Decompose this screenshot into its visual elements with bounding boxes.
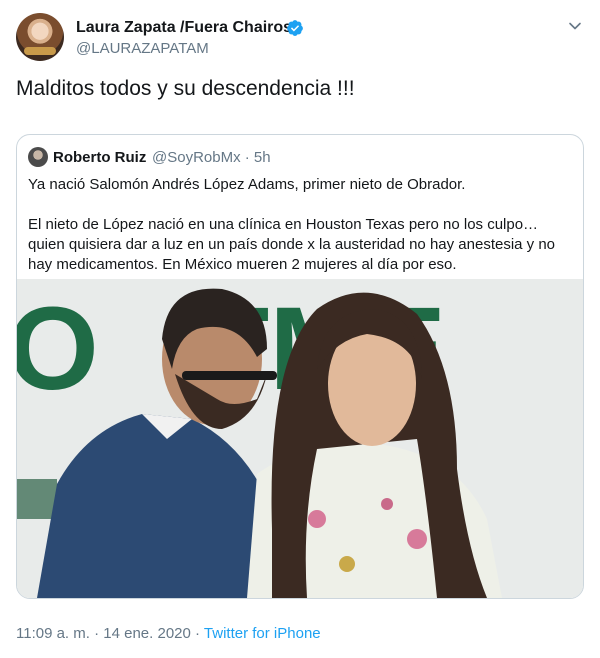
quoted-tweet-text: Ya nació Salomón Andrés López Adams, pri… <box>28 175 576 275</box>
quoted-tweet-photo[interactable]: O TME <box>17 279 583 598</box>
quoted-author-name: Roberto Ruiz <box>53 149 147 166</box>
author-handle[interactable]: @LAURAZAPATAM <box>76 40 209 57</box>
tweet-footer: 11:09 a. m. · 14 ene. 2020 · Twitter for… <box>16 625 321 642</box>
verified-badge-icon <box>287 20 303 36</box>
tweet-source-link[interactable]: Twitter for iPhone <box>204 625 321 642</box>
tweet-text: Malditos todos y su descendencia !!! <box>16 77 355 100</box>
quoted-paragraph-2: El nieto de López nació en una clínica e… <box>28 216 556 273</box>
tweet: Laura Zapata /Fuera Chairos @LAURAZAPATA… <box>0 0 600 658</box>
author-name[interactable]: Laura Zapata /Fuera Chairos <box>76 19 292 37</box>
tweet-timestamp[interactable]: 11:09 a. m. · 14 ene. 2020 <box>16 625 191 642</box>
chevron-down-icon[interactable] <box>568 19 582 33</box>
quoted-author-avatar <box>28 147 48 167</box>
quoted-tweet[interactable]: Roberto Ruiz @SoyRobMx · 5h Ya nació Sal… <box>16 134 584 599</box>
quoted-author-meta: @SoyRobMx · 5h <box>152 149 271 166</box>
quoted-paragraph-1: Ya nació Salomón Andrés López Adams, pri… <box>28 176 466 193</box>
author-avatar[interactable] <box>16 13 64 61</box>
footer-separator: · <box>190 625 204 642</box>
